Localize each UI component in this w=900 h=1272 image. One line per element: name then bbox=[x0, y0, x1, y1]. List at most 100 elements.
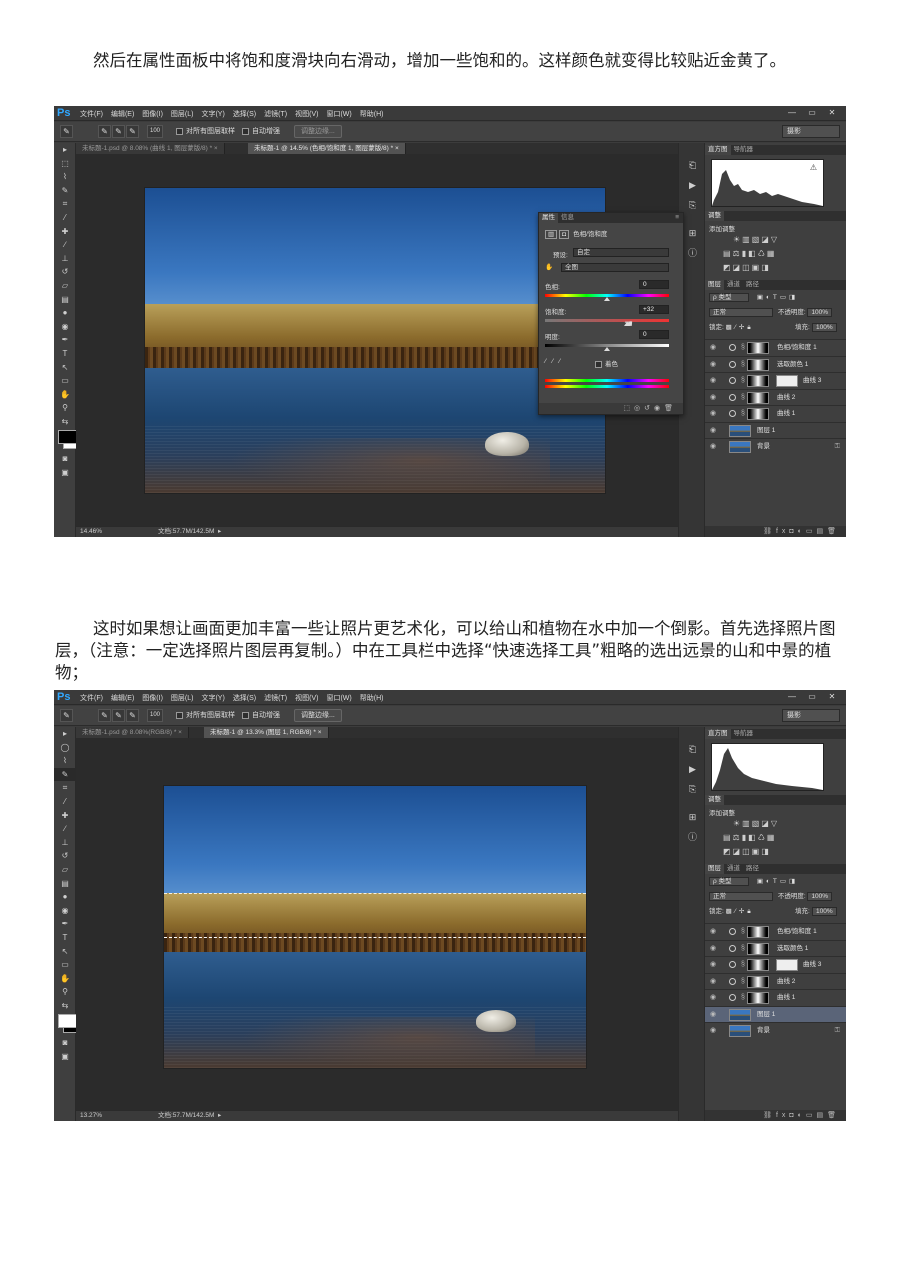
swap-colors-icon[interactable]: ⇆ bbox=[54, 415, 76, 429]
menu-file[interactable]: 文件(F) bbox=[80, 109, 103, 119]
menu-file[interactable]: 文件(F) bbox=[80, 693, 103, 703]
menu-help[interactable]: 帮助(H) bbox=[360, 693, 384, 703]
menu-image[interactable]: 图像(I) bbox=[142, 109, 163, 119]
tab-layers[interactable]: 图层 bbox=[705, 280, 724, 290]
fill-input[interactable]: 100% bbox=[812, 907, 837, 916]
blur-tool-icon[interactable]: ● bbox=[54, 890, 76, 904]
visibility-eye-icon[interactable]: ◉ bbox=[710, 373, 716, 389]
pen-tool-icon[interactable]: ✒ bbox=[54, 333, 76, 347]
screen-mode-icon[interactable]: ▣ bbox=[54, 1050, 76, 1064]
maximize-button[interactable]: ▭ bbox=[802, 691, 822, 703]
layer-name[interactable]: 背景 bbox=[757, 439, 770, 455]
tab-paths[interactable]: 路径 bbox=[743, 280, 762, 290]
document-tab-2[interactable]: 未标题-1 @ 13.3% (图层 1, RGB/8) * × bbox=[204, 727, 329, 738]
type-tool-icon[interactable]: T bbox=[54, 347, 76, 361]
menu-filter[interactable]: 滤镜(T) bbox=[264, 109, 287, 119]
layer-row[interactable]: ◉ § 色相/饱和度 1 bbox=[705, 923, 846, 939]
layer-row[interactable]: ◉ § 选取颜色 1 bbox=[705, 355, 846, 373]
tab-navigator[interactable]: 导航器 bbox=[731, 729, 757, 739]
minimize-button[interactable]: — bbox=[782, 691, 802, 703]
adjustment-icons-row-1[interactable]: ☀▥▧◪▽ bbox=[733, 235, 779, 244]
layer-name[interactable]: 曲线 3 bbox=[803, 373, 821, 389]
menu-edit[interactable]: 编辑(E) bbox=[111, 693, 134, 703]
visibility-eye-icon[interactable]: ◉ bbox=[710, 924, 716, 940]
new-selection-icon[interactable]: ✎ bbox=[98, 709, 111, 722]
visibility-eye-icon[interactable]: ◉ bbox=[710, 340, 716, 356]
history-panel-icon[interactable]: ⎗ bbox=[679, 155, 706, 175]
menu-view[interactable]: 视图(V) bbox=[295, 693, 318, 703]
layer-name[interactable]: 背景 bbox=[757, 1023, 770, 1039]
layer-row[interactable]: ◉ 背景 ⚿ bbox=[705, 1022, 846, 1038]
visibility-eye-icon[interactable]: ◉ bbox=[710, 957, 716, 973]
gradient-tool-icon[interactable]: ▤ bbox=[54, 877, 76, 891]
tab-adjustments[interactable]: 调整 bbox=[705, 795, 724, 805]
hue-input[interactable]: 0 bbox=[639, 280, 669, 289]
brush-tool-icon[interactable]: ∕ bbox=[54, 822, 76, 836]
saturation-slider-track[interactable] bbox=[545, 319, 669, 322]
healing-brush-icon[interactable]: ✚ bbox=[54, 225, 76, 239]
opacity-input[interactable]: 100% bbox=[807, 308, 833, 317]
status-menu-arrow-icon[interactable]: ▸ bbox=[218, 527, 221, 537]
quick-select-tool-preset-icon[interactable]: ✎ bbox=[60, 125, 73, 138]
crop-tool-icon[interactable]: ⌗ bbox=[54, 197, 76, 211]
tab-info[interactable]: 信息 bbox=[558, 214, 577, 221]
menu-layer[interactable]: 图层(L) bbox=[171, 693, 194, 703]
lock-icons[interactable]: ▩∕✢🔒︎ bbox=[726, 908, 754, 915]
tab-histogram[interactable]: 直方图 bbox=[705, 729, 731, 739]
filter-icons[interactable]: ▣◐T▭◨ bbox=[757, 878, 798, 885]
menu-image[interactable]: 图像(I) bbox=[142, 693, 163, 703]
hand-tool-icon[interactable]: ✋ bbox=[54, 388, 76, 402]
auto-enhance-checkbox[interactable]: 自动增强 bbox=[242, 126, 280, 136]
move-tool-icon[interactable]: ▸ bbox=[54, 143, 76, 157]
actions-panel-icon[interactable]: ▶ bbox=[679, 175, 706, 195]
layers-footer-icons[interactable]: ⛓fx◘◐▭▤🗑︎ bbox=[705, 526, 846, 537]
layer-filter-select[interactable]: ρ 类型 bbox=[709, 293, 749, 302]
clone-stamp-icon[interactable]: ⊥ bbox=[54, 252, 76, 266]
fill-input[interactable]: 100% bbox=[812, 323, 837, 332]
layer-row[interactable]: ◉ § 曲线 1 bbox=[705, 405, 846, 421]
menu-select[interactable]: 选择(S) bbox=[233, 109, 256, 119]
tab-properties[interactable]: 属性 bbox=[539, 213, 558, 223]
eraser-tool-icon[interactable]: ▱ bbox=[54, 863, 76, 877]
menu-filter[interactable]: 滤镜(T) bbox=[264, 693, 287, 703]
refine-edge-button[interactable]: 调整边缘... bbox=[294, 125, 342, 138]
menu-layer[interactable]: 图层(L) bbox=[171, 109, 194, 119]
tab-layers[interactable]: 图层 bbox=[705, 864, 724, 874]
layer-row[interactable]: ◉ 图层 1 bbox=[705, 1005, 846, 1022]
layer-name[interactable]: 曲线 2 bbox=[777, 390, 795, 406]
layer-name[interactable]: 曲线 2 bbox=[777, 974, 795, 990]
layer-row[interactable]: ◉ 图层 1 bbox=[705, 421, 846, 439]
tab-navigator[interactable]: 导航器 bbox=[731, 145, 757, 155]
hue-slider-knob[interactable] bbox=[604, 297, 610, 301]
history-panel-icon[interactable]: ⎗ bbox=[679, 739, 706, 759]
dodge-tool-icon[interactable]: ◉ bbox=[54, 320, 76, 334]
layers-footer-icons[interactable]: ⛓fx◘◐▭▤🗑︎ bbox=[705, 1110, 846, 1121]
layer-row[interactable]: ◉ § 曲线 2 bbox=[705, 972, 846, 990]
layer-name[interactable]: 图层 1 bbox=[757, 423, 775, 439]
menu-window[interactable]: 窗口(W) bbox=[326, 693, 351, 703]
crop-tool-icon[interactable]: ⌗ bbox=[54, 781, 76, 795]
opacity-input[interactable]: 100% bbox=[807, 892, 833, 901]
brush-size-picker[interactable]: 100 bbox=[147, 709, 163, 722]
history-brush-icon[interactable]: ↺ bbox=[54, 849, 76, 863]
add-to-selection-icon[interactable]: ✎ bbox=[112, 709, 125, 722]
zoom-tool-icon[interactable]: ⚲ bbox=[54, 401, 76, 415]
status-menu-arrow-icon[interactable]: ▸ bbox=[218, 1111, 221, 1121]
menu-type[interactable]: 文字(Y) bbox=[201, 693, 224, 703]
zoom-level[interactable]: 14.46% bbox=[80, 527, 102, 537]
adjustment-icons-row-3[interactable]: ◩◪◫▣◨ bbox=[723, 847, 771, 856]
layer-name[interactable]: 色相/饱和度 1 bbox=[777, 340, 817, 356]
clone-stamp-icon[interactable]: ⊥ bbox=[54, 836, 76, 850]
hand-tool-icon[interactable]: ✋ bbox=[54, 972, 76, 986]
layer-name[interactable]: 选取颜色 1 bbox=[777, 941, 808, 957]
layer-row[interactable]: ◉ 背景 ⚿ bbox=[705, 438, 846, 454]
selection-marquee[interactable] bbox=[164, 893, 586, 939]
history-brush-icon[interactable]: ↺ bbox=[54, 265, 76, 279]
layer-name[interactable]: 曲线 1 bbox=[777, 990, 795, 1006]
sample-all-layers-checkbox[interactable]: 对所有图层取样 bbox=[176, 710, 235, 720]
visibility-eye-icon[interactable]: ◉ bbox=[710, 357, 716, 373]
add-to-selection-icon[interactable]: ✎ bbox=[112, 125, 125, 138]
layer-name[interactable]: 选取颜色 1 bbox=[777, 357, 808, 373]
visibility-eye-icon[interactable]: ◉ bbox=[710, 974, 716, 990]
layer-row[interactable]: ◉ § 色相/饱和度 1 bbox=[705, 339, 846, 355]
